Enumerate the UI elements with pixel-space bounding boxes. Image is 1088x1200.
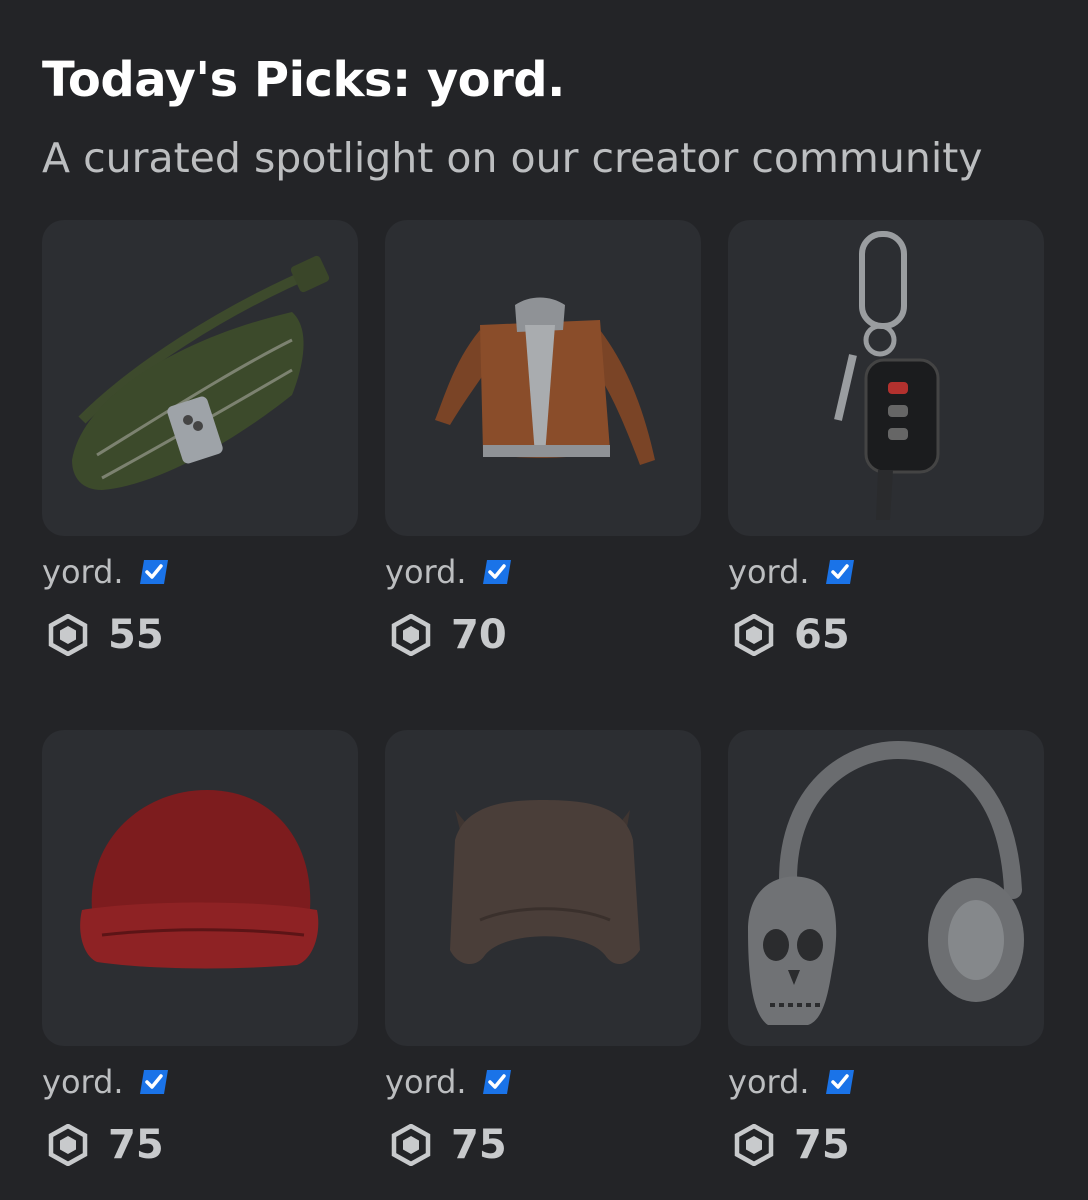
fanny-pack-image: [72, 255, 330, 490]
creator-name[interactable]: yord.: [728, 1063, 810, 1101]
jacket-image: [435, 297, 655, 465]
price-value: 75: [451, 1122, 507, 1168]
item-thumbnail[interactable]: [385, 730, 701, 1046]
creator-link[interactable]: yord.: [385, 1060, 513, 1104]
item-card[interactable]: yord. 55: [42, 220, 358, 680]
beanie-image: [80, 790, 319, 969]
creator-name[interactable]: yord.: [385, 1063, 467, 1101]
price: 75: [48, 1120, 164, 1170]
creator-link[interactable]: yord.: [728, 550, 856, 594]
price: 75: [391, 1120, 507, 1170]
item-card[interactable]: yord. 65: [728, 220, 1044, 680]
price: 65: [734, 610, 850, 660]
price: 55: [48, 610, 164, 660]
verified-badge-icon: [825, 1070, 854, 1094]
price-value: 55: [108, 612, 164, 658]
price-value: 75: [794, 1122, 850, 1168]
creator-name[interactable]: yord.: [42, 1063, 124, 1101]
item-thumbnail[interactable]: [728, 730, 1044, 1046]
price: 70: [391, 610, 507, 660]
verified-badge-icon: [482, 1070, 511, 1094]
robux-icon: [48, 1124, 88, 1166]
creator-name[interactable]: yord.: [385, 553, 467, 591]
key-fob-image: [834, 231, 940, 520]
item-thumbnail[interactable]: [385, 220, 701, 536]
verified-badge-icon: [825, 560, 854, 584]
item-card[interactable]: yord. 75: [728, 730, 1044, 1190]
price-value: 70: [451, 612, 507, 658]
robux-icon: [48, 614, 88, 656]
item-thumbnail[interactable]: [42, 220, 358, 536]
headphones-image: [748, 740, 1024, 1025]
verified-badge-icon: [139, 1070, 168, 1094]
creator-name[interactable]: yord.: [42, 553, 124, 591]
price: 75: [734, 1120, 850, 1170]
page-title: Today's Picks: yord.: [42, 52, 565, 108]
price-value: 65: [794, 612, 850, 658]
item-card[interactable]: yord. 70: [385, 220, 701, 680]
cat-ear-hood-image: [450, 800, 640, 965]
robux-icon: [734, 614, 774, 656]
item-card[interactable]: yord. 75: [42, 730, 358, 1190]
item-grid: yord. 55 yord. 70 yord. 65 yord. 75 yord…: [42, 220, 1044, 1180]
item-card[interactable]: yord. 75: [385, 730, 701, 1190]
creator-link[interactable]: yord.: [42, 1060, 170, 1104]
creator-link[interactable]: yord.: [728, 1060, 856, 1104]
creator-link[interactable]: yord.: [385, 550, 513, 594]
price-value: 75: [108, 1122, 164, 1168]
robux-icon: [734, 1124, 774, 1166]
verified-badge-icon: [482, 560, 511, 584]
item-thumbnail[interactable]: [42, 730, 358, 1046]
robux-icon: [391, 1124, 431, 1166]
item-thumbnail[interactable]: [728, 220, 1044, 536]
verified-badge-icon: [139, 560, 168, 584]
page-subtitle: A curated spotlight on our creator commu…: [42, 134, 983, 182]
robux-icon: [391, 614, 431, 656]
creator-name[interactable]: yord.: [728, 553, 810, 591]
creator-link[interactable]: yord.: [42, 550, 170, 594]
